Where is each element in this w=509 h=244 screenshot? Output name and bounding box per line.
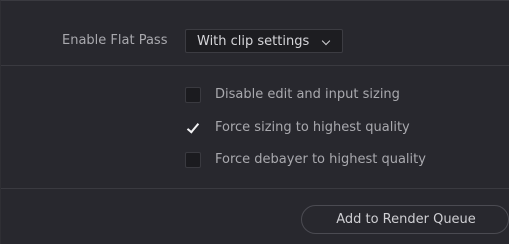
flat-pass-label: Enable Flat Pass [62, 33, 168, 48]
force-debayer-label: Force debayer to highest quality [215, 152, 426, 167]
chevron-down-icon [321, 36, 331, 46]
flat-pass-dropdown[interactable]: With clip settings [185, 29, 343, 53]
render-settings-panel: Enable Flat Pass With clip settings Disa… [0, 0, 509, 244]
add-to-render-queue-label: Add to Render Queue [336, 212, 476, 227]
add-to-render-queue-button[interactable]: Add to Render Queue [301, 205, 509, 234]
force-sizing-label: Force sizing to highest quality [215, 120, 410, 135]
force-sizing-checkbox[interactable] [185, 120, 201, 136]
divider [1, 65, 509, 66]
flat-pass-row: Enable Flat Pass With clip settings [1, 1, 509, 65]
disable-edit-sizing-checkbox[interactable] [185, 87, 201, 103]
disable-edit-sizing-label: Disable edit and input sizing [215, 87, 400, 102]
force-debayer-checkbox[interactable] [185, 152, 201, 168]
divider [1, 188, 509, 189]
flat-pass-selected-value: With clip settings [197, 34, 310, 49]
checkmark-icon [186, 120, 200, 134]
